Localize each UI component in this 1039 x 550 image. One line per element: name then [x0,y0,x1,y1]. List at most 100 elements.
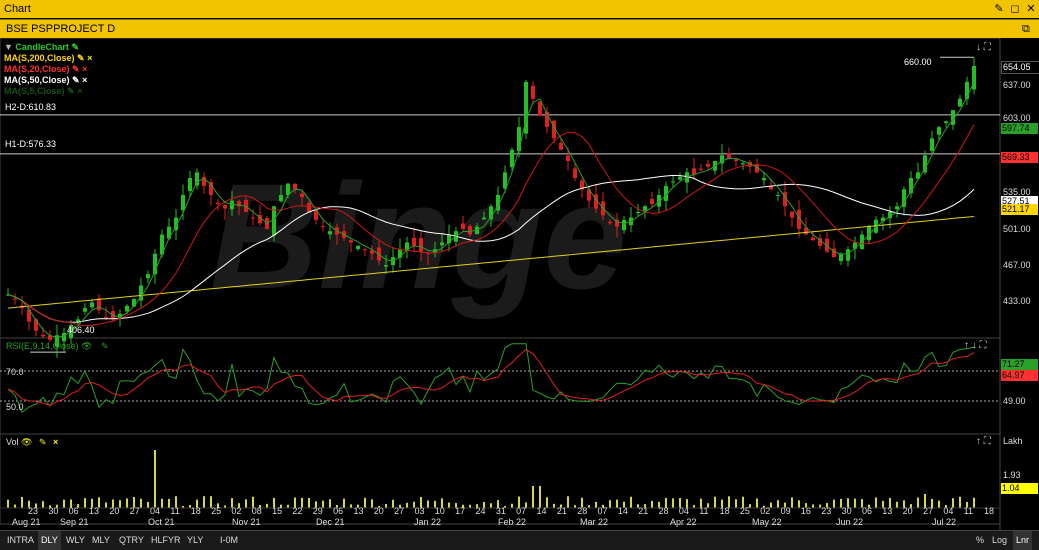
candle-body [895,206,899,210]
x-tick-month: Oct 21 [148,517,175,527]
interval-mly-button[interactable]: MLY [89,531,113,550]
x-tick-day: 22 [292,506,303,516]
x-tick-day: 11 [170,506,180,516]
volume-bar [630,496,632,508]
volume-bar [567,496,569,508]
chart-area[interactable]: Binge [0,37,1039,530]
volume-bar [84,498,86,508]
x-tick-day: 14 [617,506,628,516]
volume-bar [126,498,128,508]
volume-bar [833,499,835,508]
log-scale-button[interactable]: Log [989,531,1010,550]
x-tick-day: 17 [455,506,466,516]
x-tick-day: 29 [312,506,323,516]
candle-body [461,223,465,229]
y-tick-603: 603.00 [1003,113,1031,123]
high-label: 660.00 [904,57,932,67]
x-tick-day: 11 [699,506,709,516]
x-tick-day: 13 [353,506,364,516]
interval-i0m-button[interactable]: I-0M [217,531,241,550]
x-tick-day: 18 [984,506,995,516]
volume-bar [553,503,555,508]
x-tick-day: 11 [963,506,973,516]
volume-bar [245,499,247,508]
chart-svg[interactable]: Binge [0,37,1039,530]
candle-body [307,202,311,212]
x-tick-day: 08 [251,506,262,516]
rsi-panel-controls[interactable]: ↑ ↓ ⛶ [964,340,987,351]
rsi-box: 71.27 [1001,359,1038,370]
x-tick-day: 20 [109,506,120,516]
candle-body [146,274,150,279]
x-tick-day: 02 [231,506,242,516]
x-tick-day: 20 [373,506,384,516]
volume-bar [42,501,44,508]
maximize-icon[interactable]: ◻ [1008,0,1022,18]
x-tick-day: 30 [48,506,59,516]
candle-body [699,168,703,171]
candle-body [573,168,577,178]
interval-intra-button[interactable]: INTRA [4,531,37,550]
candle-body [216,202,220,205]
percent-scale-button[interactable]: % [973,531,987,550]
price-box-ma20: 569.33 [1001,152,1038,163]
x-tick-day: 04 [150,506,161,516]
close-icon[interactable]: ✕ [1024,0,1038,18]
volume-bar [14,504,16,508]
x-tick-month: Aug 21 [12,517,41,527]
candle-body [811,237,815,241]
volume-bar [511,503,513,508]
legend-ma5[interactable]: MA(S,5,Close) ✎ × [4,86,92,97]
x-tick-month: Nov 21 [232,517,261,527]
volume-bar [651,500,653,508]
candle-body [510,149,514,168]
y-tick-637: 637.00 [1003,80,1031,90]
interval-dly-button[interactable]: DLY [38,531,61,550]
candle-body [706,163,710,167]
rsi-level-50: 50.0 [6,402,24,412]
x-tick-day: 30 [841,506,852,516]
restore-icon[interactable]: ⧉ [1022,20,1030,38]
candle-body [776,194,780,196]
legend-ma50[interactable]: MA(S,50,Close) ✎ × [4,75,92,86]
edit-icon[interactable]: ✎ [992,0,1006,18]
candle-body [559,142,563,150]
rsi-signal-line [7,348,975,406]
linear-scale-button[interactable]: Lnr [1013,531,1033,550]
legend-ma20[interactable]: MA(S,20,Close) ✎ × [4,64,92,75]
candle-body [846,249,850,261]
x-tick-month: Jan 22 [414,517,442,527]
candle-body [790,211,794,218]
candle-body [356,245,360,250]
interval-yly-button[interactable]: YLY [184,531,206,550]
candle-body [937,127,941,135]
candle-body [41,334,45,337]
vol-panel-controls[interactable]: ↑ ⛶ [976,436,991,447]
volume-bar [63,499,65,508]
x-tick-day: 15 [272,506,283,516]
interval-wly-button[interactable]: WLY [63,531,88,550]
vol-label[interactable]: Vol 👁 ✎ × [6,437,58,448]
interval-hlfyr-button[interactable]: HLFYR [148,531,184,550]
candle-body [468,226,472,235]
x-tick-day: 13 [89,506,100,516]
volume-bar [756,498,758,508]
candle-body [538,101,542,116]
x-tick-day: 24 [475,506,486,516]
price-panel-controls[interactable]: ↓ ⛶ [976,42,991,53]
legend-candlechart[interactable]: ▼ CandleChart ✎ [4,42,92,53]
candle-body [328,231,332,235]
x-tick-day: 21 [638,506,649,516]
candle-body [734,159,738,162]
volume-bar [714,496,716,508]
x-tick-day: 21 [556,506,567,516]
candle-body [412,237,416,246]
vol-box: 1.04 [1001,483,1038,494]
x-tick-day: 25 [739,506,750,516]
x-tick-day: 25 [211,506,222,516]
volume-bar [140,498,142,508]
rsi-label[interactable]: RSI(E,9,14,Close) 👁 ✎ [6,341,109,352]
interval-qtry-button[interactable]: QTRY [116,531,147,550]
legend-ma200[interactable]: MA(S,200,Close) ✎ × [4,53,92,64]
candle-body [13,298,17,300]
